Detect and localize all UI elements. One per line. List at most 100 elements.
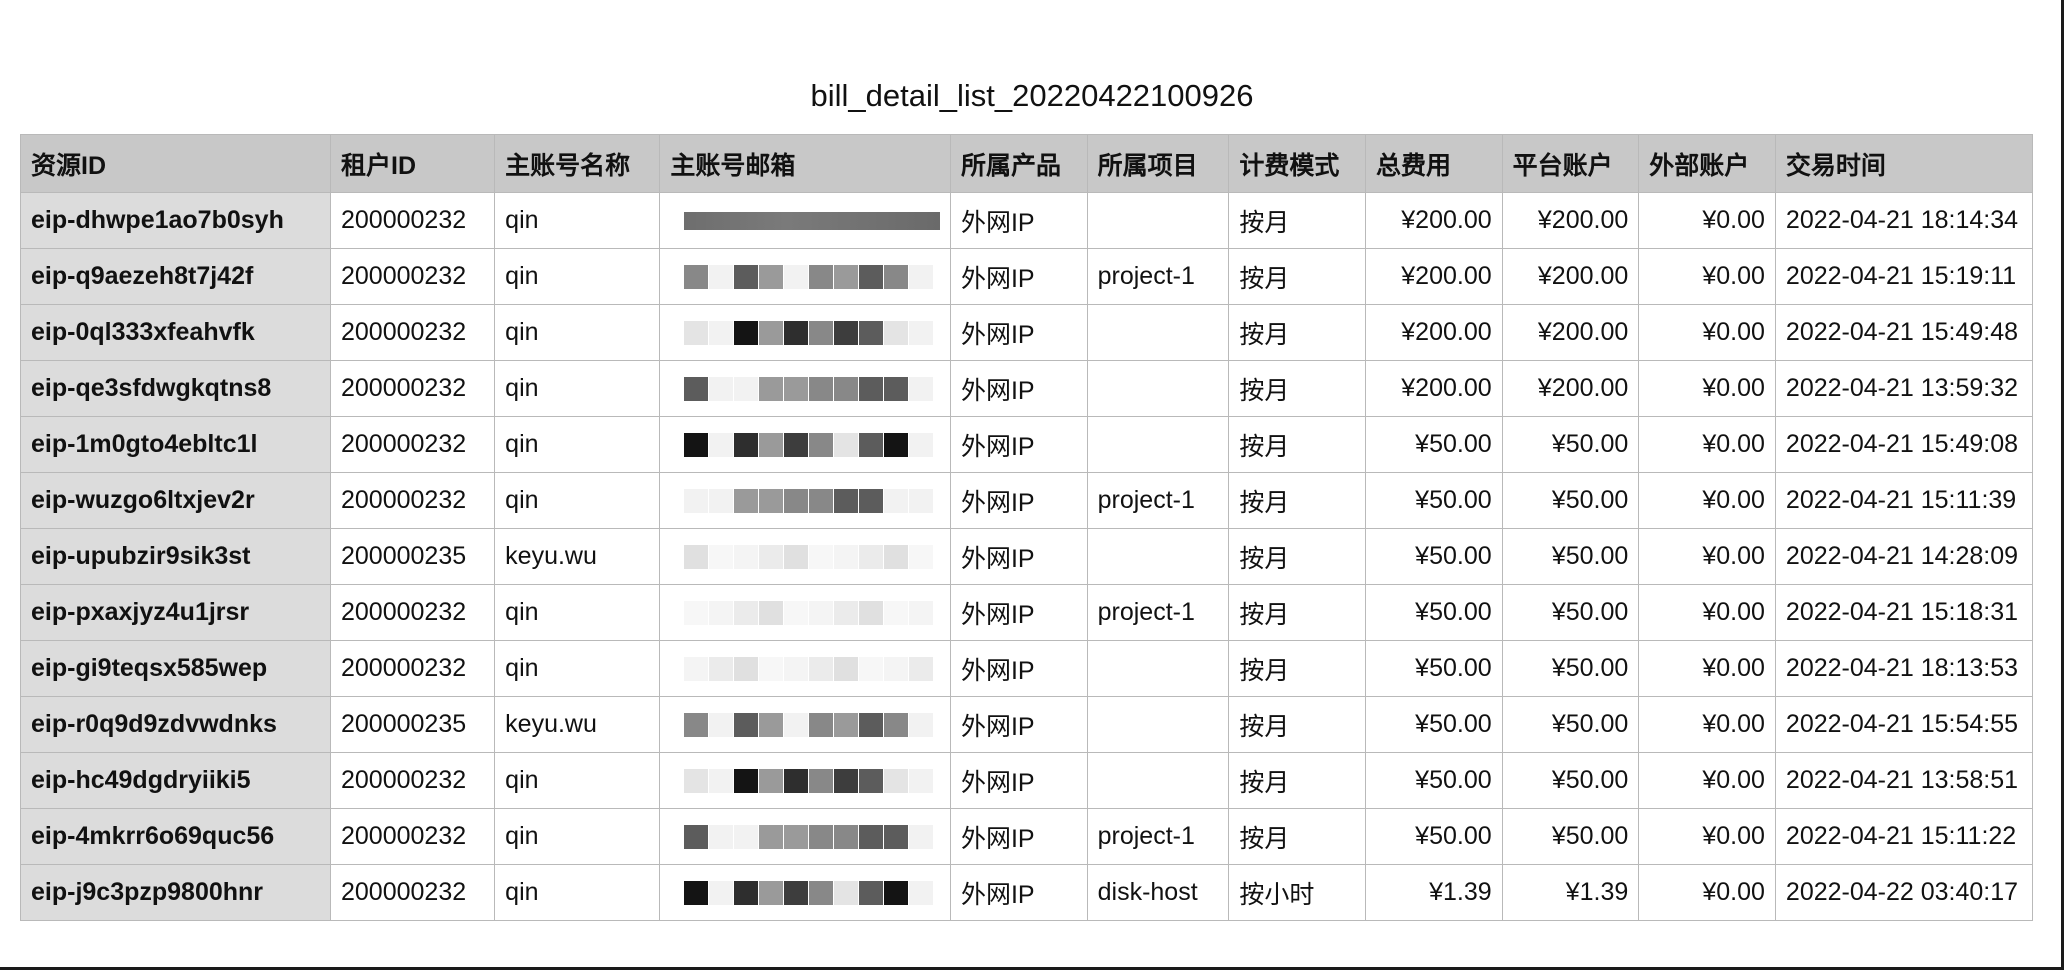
redaction-block	[834, 656, 859, 681]
platform-account-cell: ¥50.00	[1501, 640, 1640, 697]
resource-id-cell: eip-qe3sfdwgkqtns8	[20, 360, 331, 417]
redaction-block	[809, 488, 834, 513]
billing-mode-cell: 按月	[1228, 192, 1366, 249]
redaction-block	[809, 656, 834, 681]
redaction-block	[759, 656, 784, 681]
total-cost-cell: ¥200.00	[1365, 360, 1503, 417]
tenant-id-cell: 200000232	[329, 472, 496, 529]
redaction-block	[784, 488, 809, 513]
resource-id-cell: eip-j9c3pzp9800hnr	[20, 864, 331, 921]
total-cost-cell: ¥50.00	[1365, 808, 1503, 865]
redaction-block	[709, 544, 734, 569]
redaction-block	[709, 264, 734, 289]
redaction-block	[809, 768, 834, 793]
product-cell: 外网IP	[949, 808, 1088, 865]
table-row: eip-0ql333xfeahvfk 200000232 qin 外网IP 按月 ¥200…	[20, 304, 2034, 361]
redaction-block	[734, 320, 759, 345]
redaction-block	[784, 544, 809, 569]
redaction-block	[759, 824, 784, 849]
total-cost-cell: ¥200.00	[1365, 248, 1503, 305]
redaction-block	[684, 768, 709, 793]
tenant-id-cell: 200000232	[329, 584, 496, 641]
platform-account-cell: ¥50.00	[1501, 416, 1640, 473]
redaction-block	[734, 768, 759, 793]
redaction-block	[809, 600, 834, 625]
redaction-block	[884, 824, 909, 849]
total-cost-cell: ¥1.39	[1365, 864, 1503, 921]
redaction-block	[734, 544, 759, 569]
total-cost-cell: ¥50.00	[1365, 696, 1503, 753]
redaction-block	[859, 488, 884, 513]
redaction-block	[759, 712, 784, 737]
tenant-id-cell: 200000232	[329, 864, 496, 921]
project-cell: project-1	[1086, 584, 1230, 641]
external-account-cell: ¥0.00	[1638, 248, 1776, 305]
redaction-block	[759, 488, 784, 513]
redaction-block	[734, 376, 759, 401]
transaction-time-cell: 2022-04-21 15:54:55	[1774, 696, 2034, 753]
redaction-block	[884, 488, 909, 513]
external-account-cell: ¥0.00	[1638, 472, 1776, 529]
table-row: eip-q9aezeh8t7j42f 200000232 qin 外网IP projec…	[20, 248, 2034, 305]
total-cost-cell: ¥50.00	[1365, 528, 1503, 585]
redaction-mosaic	[684, 824, 940, 850]
redaction-mosaic	[684, 488, 940, 514]
resource-id-cell: eip-wuzgo6ltxjev2r	[20, 472, 331, 529]
redaction-block	[909, 488, 934, 513]
redaction-block	[684, 880, 709, 905]
header-product: 所属产品	[949, 134, 1088, 193]
product-cell: 外网IP	[949, 248, 1088, 305]
redaction-block	[809, 544, 834, 569]
redaction-block	[784, 712, 809, 737]
redacted-email-cell	[659, 696, 951, 753]
external-account-cell: ¥0.00	[1638, 528, 1776, 585]
redaction-block	[784, 600, 809, 625]
redacted-email-cell	[659, 864, 951, 921]
total-cost-cell: ¥50.00	[1365, 752, 1503, 809]
resource-id-cell: eip-r0q9d9zdvwdnks	[20, 696, 331, 753]
project-cell	[1086, 528, 1230, 585]
table-row: eip-upubzir9sik3st 200000235 keyu.wu 外网IP 按月…	[20, 528, 2034, 585]
redaction-block	[909, 880, 934, 905]
total-cost-cell: ¥50.00	[1365, 640, 1503, 697]
platform-account-cell: ¥50.00	[1501, 472, 1640, 529]
redaction-block	[784, 264, 809, 289]
table-body: eip-dhwpe1ao7b0syh 200000232 qin 外网IP 按月 ¥200…	[20, 192, 2034, 921]
redaction-block	[684, 656, 709, 681]
document-title: bill_detail_list_20220422100926	[810, 78, 1254, 113]
redacted-email-cell	[659, 808, 951, 865]
redaction-block	[784, 320, 809, 345]
redaction-block	[834, 376, 859, 401]
redaction-block	[684, 824, 709, 849]
redaction-block	[884, 432, 909, 457]
project-cell	[1086, 360, 1230, 417]
redaction-block	[734, 824, 759, 849]
tenant-id-cell: 200000232	[329, 640, 496, 697]
header-platform-account: 平台账户	[1501, 134, 1640, 193]
resource-id-cell: eip-hc49dgdryiiki5	[20, 752, 331, 809]
redaction-block	[834, 768, 859, 793]
total-cost-cell: ¥200.00	[1365, 304, 1503, 361]
product-cell: 外网IP	[949, 696, 1088, 753]
account-name-cell: qin	[494, 248, 661, 305]
resource-id-cell: eip-4mkrr6o69quc56	[20, 808, 331, 865]
platform-account-cell: ¥200.00	[1501, 304, 1640, 361]
redaction-block	[684, 376, 709, 401]
account-name-cell: qin	[494, 584, 661, 641]
redaction-block	[884, 320, 909, 345]
billing-mode-cell: 按月	[1228, 248, 1366, 305]
external-account-cell: ¥0.00	[1638, 808, 1776, 865]
redacted-email-cell	[659, 248, 951, 305]
redacted-email-cell	[659, 304, 951, 361]
redaction-block	[859, 320, 884, 345]
redaction-block	[709, 880, 734, 905]
platform-account-cell: ¥50.00	[1501, 808, 1640, 865]
total-cost-cell: ¥50.00	[1365, 416, 1503, 473]
product-cell: 外网IP	[949, 472, 1088, 529]
account-name-cell: qin	[494, 304, 661, 361]
bill-detail-table: 资源ID 租户ID 主账号名称 主账号邮箱 所属产品 所属项目 计费模式 总费用…	[20, 134, 2034, 921]
product-cell: 外网IP	[949, 640, 1088, 697]
redaction-block	[909, 712, 934, 737]
redaction-block	[834, 880, 859, 905]
billing-mode-cell: 按月	[1228, 472, 1366, 529]
